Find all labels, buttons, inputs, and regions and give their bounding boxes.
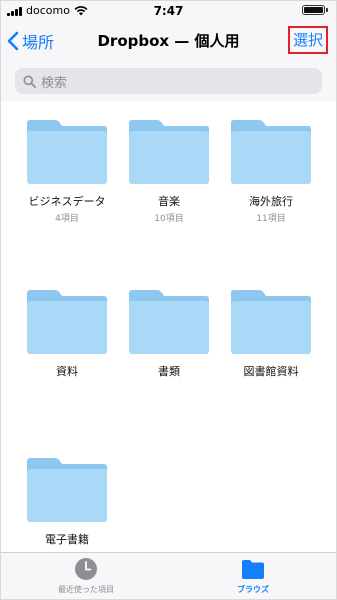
- files-app: docomo 7:47 場所 Dropbox — 個人用 選択 検索 ビジネスデ…: [0, 0, 337, 600]
- tab-label: 最近使った項目: [58, 585, 114, 594]
- search-bar: 検索: [1, 59, 336, 101]
- folder-item-count: 10項目: [154, 214, 184, 224]
- clock-icon: [75, 558, 97, 580]
- folder-icon: [231, 290, 311, 354]
- folder-item[interactable]: 図書館資料: [221, 289, 321, 379]
- status-bar: docomo 7:47: [1, 1, 336, 21]
- folder-name: 海外旅行: [249, 195, 293, 208]
- search-input[interactable]: 検索: [15, 68, 322, 94]
- tab-browse[interactable]: ブラウズ: [188, 557, 318, 595]
- folder-icon: [27, 120, 107, 184]
- chevron-left-icon: [7, 31, 19, 51]
- tab-label: ブラウズ: [237, 585, 269, 594]
- search-placeholder: 検索: [41, 75, 68, 91]
- folder-item-count: 11項目: [256, 214, 286, 224]
- folder-item[interactable]: 海外旅行 11項目: [221, 119, 321, 224]
- folder-item[interactable]: 書類: [119, 289, 219, 379]
- folder-name: 音楽: [158, 195, 180, 208]
- folder-name: 図書館資料: [243, 365, 299, 378]
- battery-icon: [302, 5, 325, 15]
- folder-item[interactable]: 音楽 10項目: [119, 119, 219, 224]
- back-label: 場所: [22, 33, 55, 52]
- navigation-bar: 場所 Dropbox — 個人用 選択: [1, 21, 336, 59]
- status-time: 7:47: [153, 4, 184, 18]
- select-button[interactable]: 選択: [287, 26, 328, 54]
- tab-recent[interactable]: 最近使った項目: [21, 557, 151, 595]
- folder-item[interactable]: 電子書籍: [17, 457, 117, 547]
- status-right: [302, 5, 328, 15]
- folder-icon: [129, 290, 209, 354]
- search-icon: [23, 75, 36, 88]
- folder-icon: [129, 120, 209, 184]
- folder-name: 電子書籍: [45, 533, 89, 546]
- folder-item-count: 4項目: [55, 214, 79, 224]
- tab-bar: 最近使った項目 ブラウズ: [1, 552, 336, 599]
- folder-name: 書類: [158, 365, 180, 378]
- folder-item[interactable]: 資料: [17, 289, 117, 379]
- folder-name: ビジネスデータ: [28, 195, 106, 208]
- page-title: Dropbox — 個人用: [97, 32, 240, 50]
- folder-icon: [242, 560, 264, 579]
- folder-item[interactable]: ビジネスデータ 4項目: [17, 119, 117, 224]
- folder-icon: [231, 120, 311, 184]
- folder-name: 資料: [56, 365, 78, 378]
- back-button[interactable]: 場所: [7, 29, 54, 53]
- folder-icon: [27, 290, 107, 354]
- folder-icon: [27, 458, 107, 522]
